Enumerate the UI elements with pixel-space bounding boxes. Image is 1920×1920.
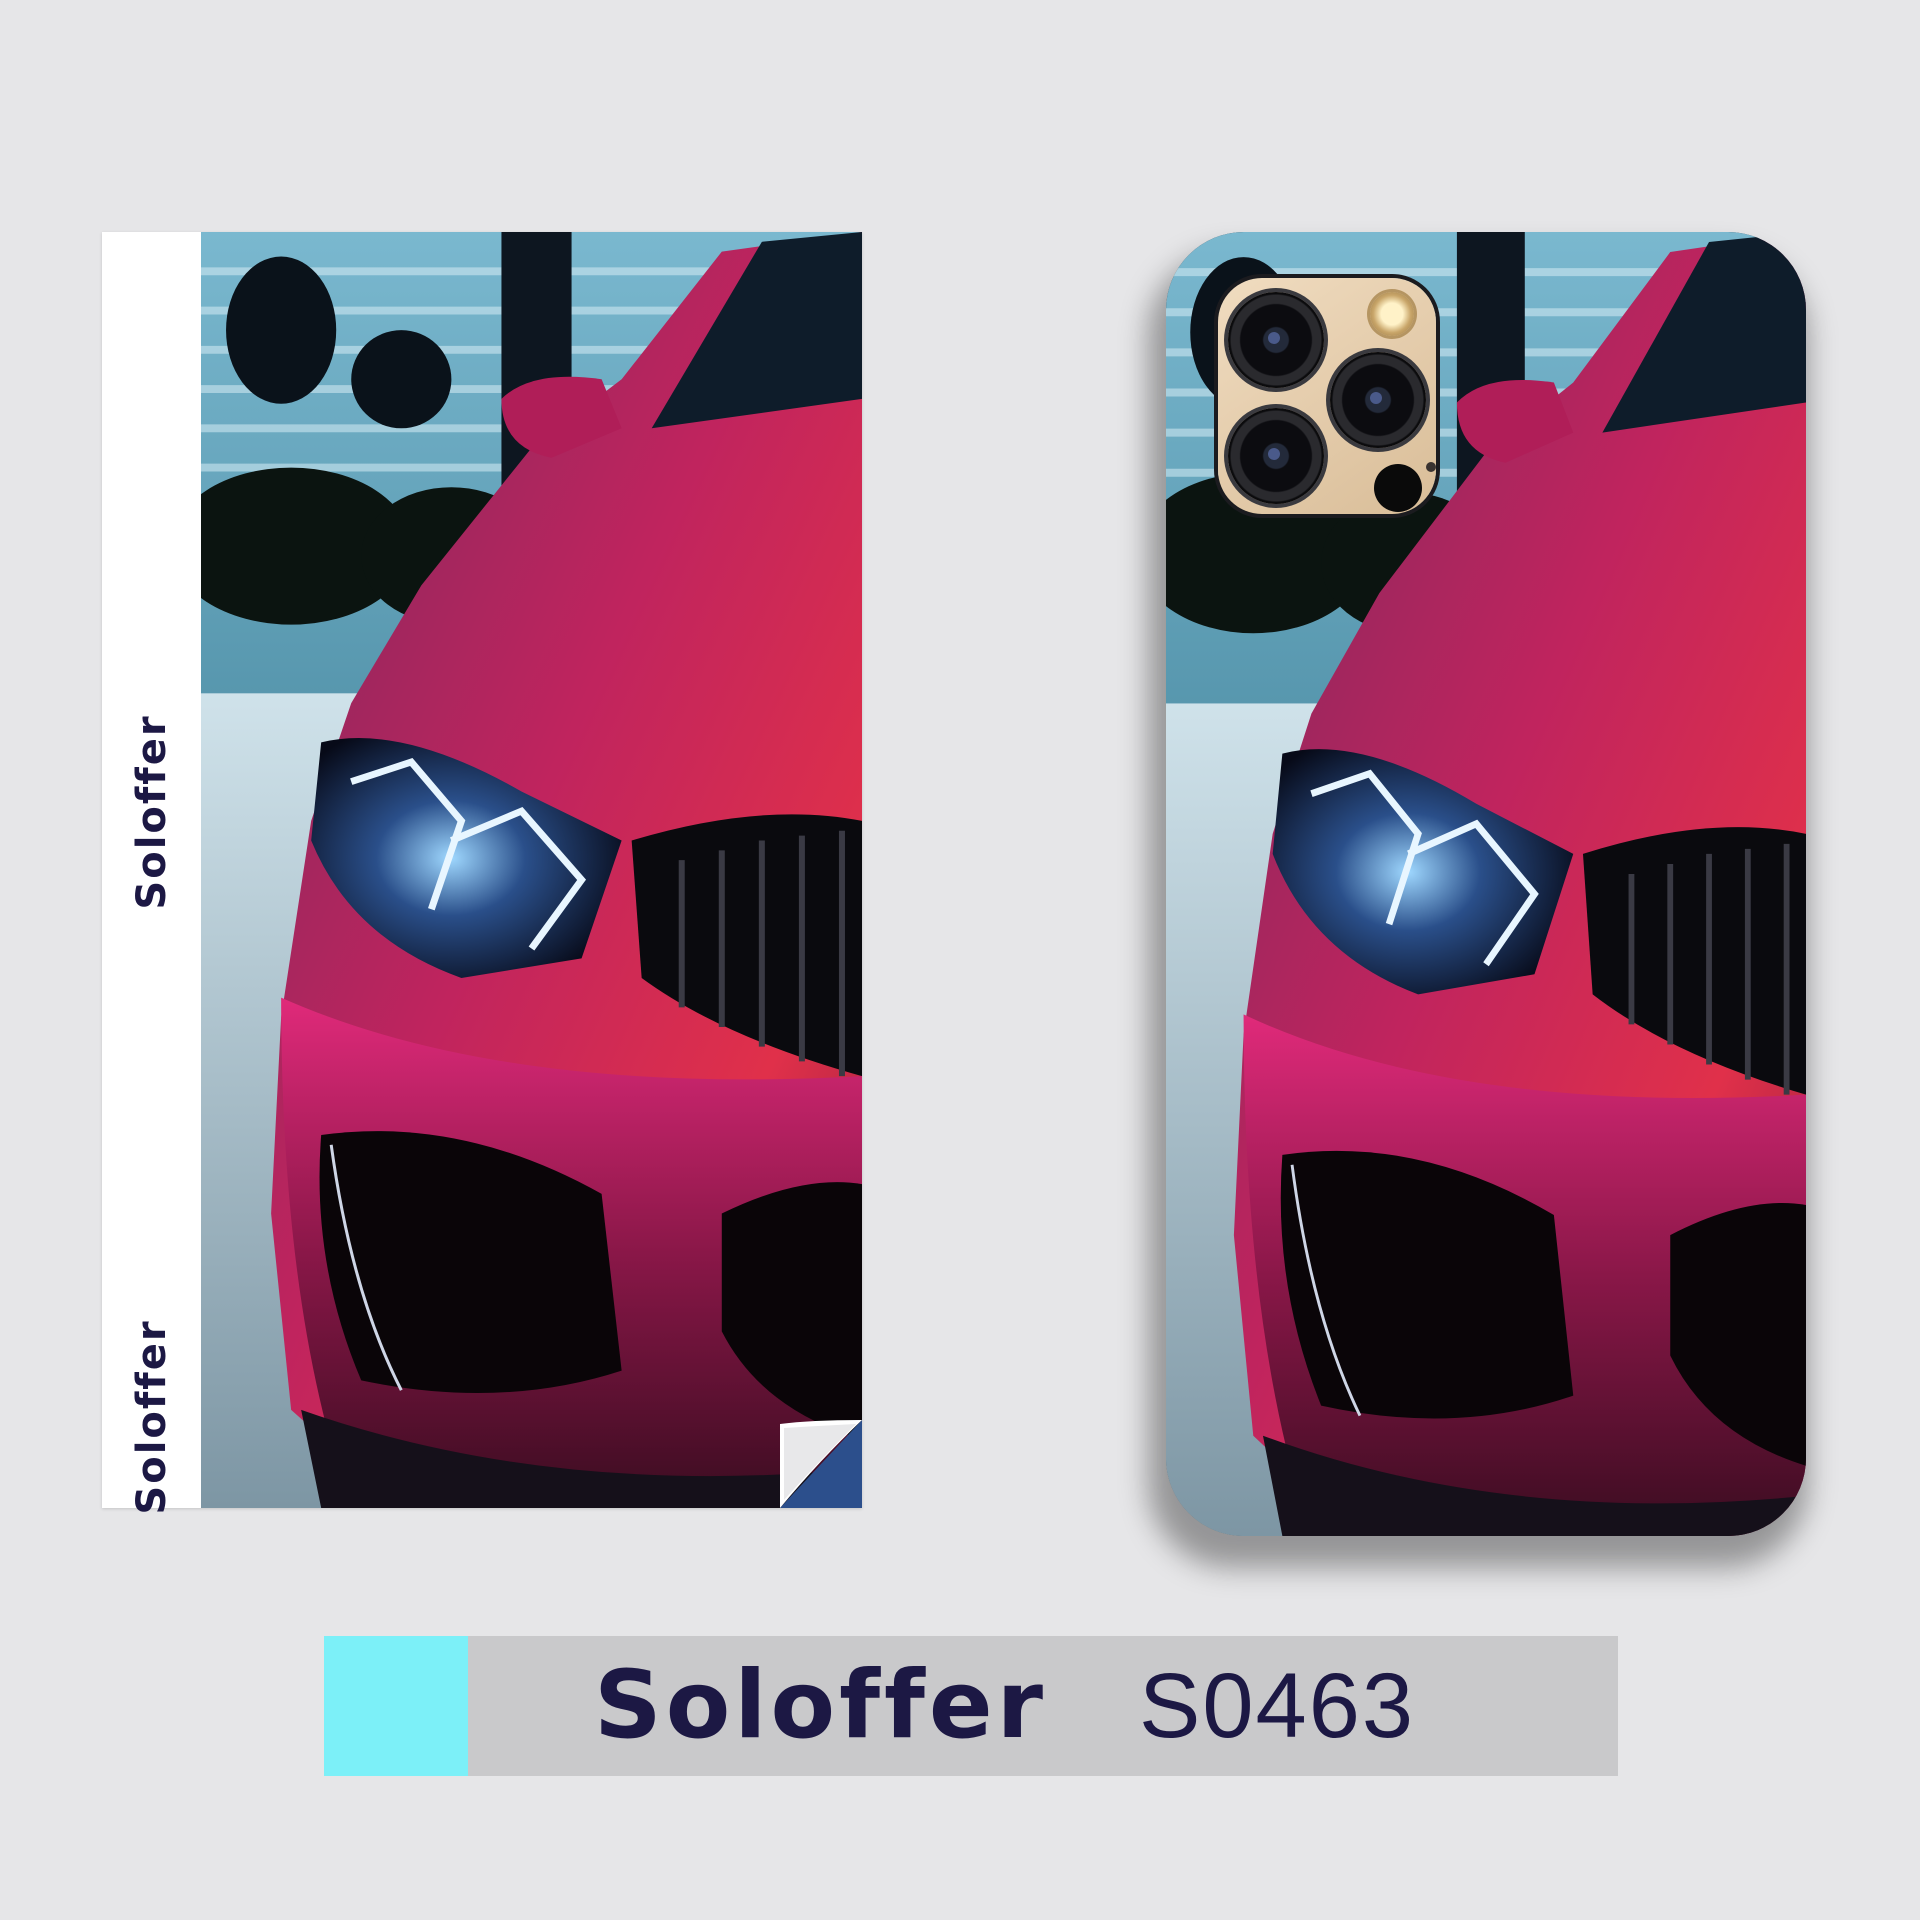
peel-corner-icon [780, 1420, 862, 1508]
flash-icon [1370, 292, 1414, 336]
lidar-hole-icon [1374, 464, 1422, 512]
camera-lens-icon [1228, 292, 1324, 388]
sticker-sheet: Soloffer Soloffer [102, 232, 862, 1515]
label-product-code: S0463 [1139, 1655, 1416, 1757]
sheet-brand-label-top: Soloffer [129, 714, 175, 910]
mic-hole-icon [1426, 462, 1436, 472]
product-label-bar: Soloffer S0463 [324, 1636, 1618, 1776]
sticker-artwork [201, 232, 862, 1508]
sheet-brand-label-bottom: Soloffer [129, 1319, 175, 1515]
label-brand-name: Soloffer [594, 1651, 1047, 1760]
sheet-brand-strip: Soloffer Soloffer [102, 232, 201, 1515]
camera-module [1218, 278, 1436, 514]
phone-case [1166, 232, 1806, 1536]
camera-lens-icon [1228, 408, 1324, 504]
label-accent-block [324, 1636, 468, 1776]
camera-lens-icon [1330, 352, 1426, 448]
